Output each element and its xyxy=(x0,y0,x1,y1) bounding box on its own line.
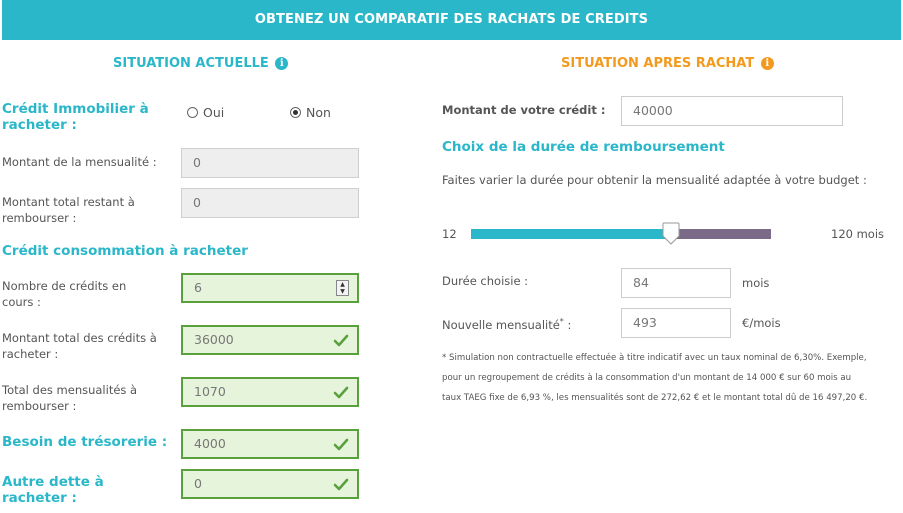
total-credits-value: 36000 xyxy=(194,332,234,347)
duree-unit: mois xyxy=(742,276,770,290)
nb-credits-input[interactable]: 6 ▲ ▼ xyxy=(181,273,359,303)
disclaimer-line2: pour un regroupement de crédits à la con… xyxy=(442,373,852,383)
page-banner: OBTENEZ UN COMPARATIF DES RACHATS DE CRE… xyxy=(2,0,901,40)
duree-section-title: Choix de la durée de remboursement xyxy=(442,139,725,155)
nb-credits-value: 6 xyxy=(194,280,202,295)
radio-oui-circle[interactable] xyxy=(187,107,198,118)
radio-oui-label: Oui xyxy=(203,105,225,120)
slider-max-label: 120 mois xyxy=(831,227,885,241)
nb-credits-label: Nombre de crédits en cours : xyxy=(2,278,126,310)
autre-input[interactable]: 0 xyxy=(181,469,359,499)
mensualite-unit: €/mois xyxy=(742,316,781,330)
slider-min-label: 12 xyxy=(442,227,457,241)
nouvelle-mensualite-colon: : xyxy=(563,317,572,332)
total-credits-input[interactable]: 36000 xyxy=(181,325,359,355)
nouvelle-mensualite-text: Nouvelle mensualité xyxy=(442,317,560,332)
autre-label-line1: Autre dette à xyxy=(2,474,104,490)
disclaimer-line1: * Simulation non contractuelle effectuée… xyxy=(442,353,867,363)
montant-credit-label: Montant de votre crédit : xyxy=(442,103,606,117)
total-mens-input[interactable]: 1070 xyxy=(181,377,359,407)
duree-help-text: Faites varier la durée pour obtenir la m… xyxy=(442,173,867,187)
radio-non-circle[interactable] xyxy=(290,107,301,118)
check-icon xyxy=(333,478,349,491)
total-mens-label-line1: Total des mensualités à xyxy=(2,383,138,397)
nouvelle-mensualite-input[interactable]: 493 xyxy=(621,308,731,338)
section-title-current-text: SITUATION ACTUELLE xyxy=(113,56,269,71)
section-title-after-text: SITUATION APRES RACHAT xyxy=(561,56,755,71)
restant-label-line2: rembourser : xyxy=(2,211,77,225)
duree-choisie-label: Durée choisie : xyxy=(442,274,529,288)
slider-fill xyxy=(471,229,671,239)
check-icon xyxy=(333,386,349,399)
radio-oui[interactable]: Oui xyxy=(187,102,224,121)
montant-credit-input[interactable]: 40000 xyxy=(621,96,843,126)
total-credits-label-line2: racheter : xyxy=(2,347,59,361)
spinner-arrows-icon[interactable]: ▲ ▼ xyxy=(336,280,349,296)
info-icon[interactable]: i xyxy=(760,57,774,70)
tresorerie-value: 4000 xyxy=(194,436,226,451)
total-credits-label-line1: Montant total des crédits à xyxy=(2,331,157,345)
total-mens-value: 1070 xyxy=(194,384,226,399)
tresorerie-input[interactable]: 4000 xyxy=(181,429,359,459)
tresorerie-label: Besoin de trésorerie : xyxy=(2,434,168,450)
duree-choisie-input[interactable]: 84 xyxy=(621,268,731,298)
slider-thumb[interactable] xyxy=(662,222,680,246)
autre-label-line2: racheter : xyxy=(2,490,77,506)
immo-label: Crédit Immobilier à racheter : xyxy=(2,101,149,133)
mensualite-label: Montant de la mensualité : xyxy=(2,155,157,169)
nb-credits-label-line1: Nombre de crédits en xyxy=(2,279,127,293)
section-title-after: SITUATION APRES RACHAT i xyxy=(561,56,774,71)
disclaimer-note: * Simulation non contractuelle effectuée… xyxy=(442,348,892,408)
restant-label-line1: Montant total restant à xyxy=(2,195,135,209)
disclaimer-line3: taux TAEG fixe de 6,93 %, les mensualité… xyxy=(442,393,868,403)
info-icon[interactable]: i xyxy=(275,57,289,70)
autre-label: Autre dette à racheter : xyxy=(2,474,104,506)
radio-non-label: Non xyxy=(306,105,331,120)
total-mens-label-line2: rembourser : xyxy=(2,399,77,413)
total-credits-label: Montant total des crédits à racheter : xyxy=(2,330,157,362)
autre-value: 0 xyxy=(194,476,202,491)
nb-credits-label-line2: cours : xyxy=(2,295,41,309)
nouvelle-mensualite-label: Nouvelle mensualité* : xyxy=(442,314,571,333)
conso-section-title: Crédit consommation à racheter xyxy=(2,243,248,259)
section-title-current: SITUATION ACTUELLE i xyxy=(113,56,289,71)
immo-label-line2: racheter : xyxy=(2,117,77,133)
check-icon xyxy=(333,334,349,347)
restant-label: Montant total restant à rembourser : xyxy=(2,194,135,226)
immo-label-line1: Crédit Immobilier à xyxy=(2,101,149,117)
mensualite-input[interactable]: 0 xyxy=(181,148,359,178)
check-icon xyxy=(333,438,349,451)
radio-non[interactable]: Non xyxy=(290,102,331,121)
duration-slider[interactable] xyxy=(471,222,771,245)
restant-input[interactable]: 0 xyxy=(181,188,359,218)
total-mens-label: Total des mensualités à rembourser : xyxy=(2,382,137,414)
